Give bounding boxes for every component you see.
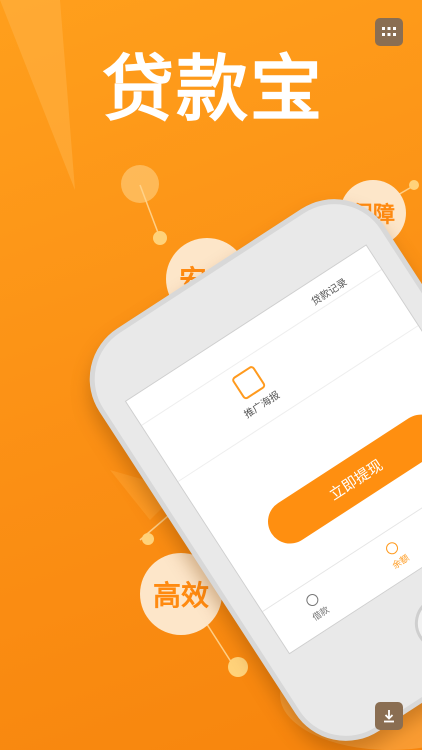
home-button[interactable]: [404, 585, 422, 661]
download-icon: [384, 710, 394, 723]
phone-mockup: 贷款记录 推广海报 立即提现 借款 余额: [66, 176, 422, 750]
phone-mockup-wrapper: 贷款记录 推广海报 立即提现 借款 余额: [0, 0, 422, 750]
phone-screen: 贷款记录 推广海报 立即提现 借款 余额: [124, 244, 422, 655]
app-store-screenshot: 贷款宝 安全 保障 高效 贷款记录 推广海报 立即提现: [0, 0, 422, 750]
download-button[interactable]: [375, 702, 403, 730]
